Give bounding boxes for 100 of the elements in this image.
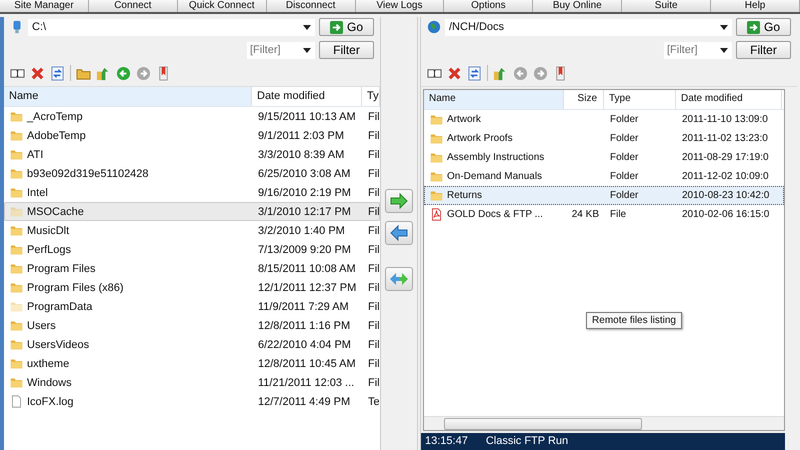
menu-item[interactable]: Suite	[622, 0, 712, 12]
type-cell-text: Fil	[367, 186, 379, 198]
menu-item[interactable]: Disconnect	[266, 0, 356, 12]
arrow-icon	[330, 20, 343, 34]
file-row[interactable]: On-Demand Manuals Folder 2011-12-02 10:09:0	[424, 167, 784, 186]
file-name: ATI	[27, 148, 44, 160]
filter-button[interactable]: Filter	[736, 41, 791, 59]
column-header[interactable]: Date modified	[252, 87, 362, 106]
folder-icon	[430, 113, 443, 126]
file-row[interactable]: Windows 11/21/2011 12:03 ... Fil	[4, 373, 380, 392]
menu-item[interactable]: Options	[444, 0, 534, 12]
column-header[interactable]: Ty	[362, 87, 380, 106]
file-row[interactable]: AdobeTemp 9/1/2011 2:03 PM Fil	[4, 126, 380, 145]
file-name: IcoFX.log	[27, 396, 74, 408]
type-cell-text: File	[609, 209, 628, 220]
file-name: UsersVideos	[27, 338, 90, 350]
file-name: On-Demand Manuals	[447, 171, 542, 182]
date-cell-text: 6/25/2010 3:08 AM	[257, 168, 352, 180]
upload-button[interactable]	[385, 189, 413, 213]
menu-item[interactable]: Buy Online	[533, 0, 622, 12]
file-row[interactable]: Assembly Instructions Folder 2011-08-29 17:19:0	[424, 148, 784, 167]
date-cell-text: 2011-12-02 10:09:0	[681, 171, 770, 182]
filter-field[interactable]: [Filter]	[247, 42, 315, 58]
file-row[interactable]: UsersVideos 6/22/2010 4:04 PM Fil	[4, 335, 380, 354]
date-cell-text: 8/15/2011 10:08 AM	[257, 262, 357, 274]
column-header[interactable]: Type	[604, 90, 676, 109]
path-field[interactable]: /NCH/Docs	[445, 18, 732, 36]
download-button[interactable]	[385, 221, 413, 245]
file-name: ProgramData	[27, 300, 92, 312]
filter-field[interactable]: [Filter]	[664, 42, 732, 58]
menu-item[interactable]: Site Manager	[0, 0, 89, 12]
type-cell-text: Fil	[367, 224, 379, 236]
date-cell-text: 7/13/2009 9:20 PM	[257, 244, 352, 256]
file-row[interactable]: Intel 9/16/2010 2:19 PM Fil	[4, 183, 380, 202]
file-name: _AcroTemp	[27, 110, 83, 122]
type-cell-text: Folder	[609, 152, 640, 163]
file-row[interactable]: ProgramData 11/9/2011 7:29 AM Fil	[4, 297, 380, 316]
file-row[interactable]: ATI 3/3/2010 8:39 AM Fil	[4, 145, 380, 164]
type-cell-text: Folder	[609, 171, 640, 182]
file-row[interactable]: MSOCache 3/1/2010 12:17 PM Fil	[4, 202, 380, 221]
go-button[interactable]: Go	[319, 18, 374, 36]
date-cell-text: 6/22/2010 4:04 PM	[257, 338, 352, 350]
file-name: Artwork Proofs	[447, 133, 513, 144]
menu-item[interactable]: Connect	[88, 0, 178, 12]
file-name: MSOCache	[27, 206, 84, 218]
horizontal-scrollbar[interactable]	[424, 416, 784, 430]
path-field[interactable]: C:\	[28, 18, 315, 36]
double-arrow-icon	[389, 271, 409, 287]
type-cell-text: Fil	[367, 148, 379, 160]
file-name: uxtheme	[27, 358, 70, 370]
folder-icon	[430, 170, 443, 183]
menu-item[interactable]: View Logs	[356, 0, 444, 12]
column-header[interactable]: Name	[424, 90, 564, 109]
delete-icon[interactable]	[30, 66, 45, 80]
date-cell-text: 9/1/2011 2:03 PM	[257, 130, 346, 142]
type-cell-text: Fil	[367, 168, 379, 180]
dropdown-icon	[303, 48, 311, 52]
type-cell-text: Fil	[367, 244, 379, 256]
file-row[interactable]: uxtheme 12/8/2011 10:45 AM Fil	[4, 354, 380, 373]
folder-up-icon[interactable]	[96, 66, 111, 80]
globe-icon	[427, 20, 441, 34]
column-header[interactable]: Size	[564, 90, 604, 109]
file-row[interactable]: Returns Folder 2010-08-23 10:42:0	[424, 186, 784, 205]
file-name: Returns	[447, 190, 482, 201]
folder-up-icon[interactable]	[493, 66, 508, 80]
file-name: GOLD Docs & FTP ...	[447, 209, 543, 220]
date-cell-text: 12/8/2011 1:16 PM	[257, 320, 352, 332]
file-row[interactable]: b93e092d319e51102428 6/25/2010 3:08 AM Fil	[4, 164, 380, 183]
file-row[interactable]: PerfLogs 7/13/2009 9:20 PM Fil	[4, 240, 380, 259]
sync-button[interactable]	[385, 267, 413, 291]
file-name: Users	[27, 320, 56, 332]
file-name: AdobeTemp	[27, 130, 86, 142]
menu-item[interactable]: Quick Connect	[178, 0, 267, 12]
refresh-icon[interactable]	[50, 66, 65, 80]
right-arrow-icon	[389, 193, 409, 209]
file-row[interactable]: MusicDlt 3/2/2010 1:40 PM Fil	[4, 221, 380, 240]
folder-icon	[430, 151, 443, 164]
file-row[interactable]: Program Files (x86) 12/1/2011 12:37 PM Fil	[4, 278, 380, 297]
menu-item[interactable]: Help	[711, 0, 800, 12]
date-cell-text: 2010-02-06 16:15:0	[681, 209, 770, 220]
refresh-icon[interactable]	[467, 66, 482, 80]
type-cell-text: Fil	[367, 282, 379, 294]
file-row[interactable]: Users 12/8/2011 1:16 PM Fil	[4, 316, 380, 335]
file-row[interactable]: Artwork Proofs Folder 2011-11-02 13:23:0	[424, 129, 784, 148]
delete-icon[interactable]	[447, 66, 462, 80]
file-row[interactable]: IcoFX.log 12/7/2011 4:49 PM Te	[4, 392, 380, 411]
type-cell-text: Fil	[367, 338, 379, 350]
type-cell-text: Folder	[609, 133, 640, 144]
file-row[interactable]: Artwork Folder 2011-11-10 13:09:0	[424, 110, 784, 129]
filter-button[interactable]: Filter	[319, 41, 374, 59]
file-row[interactable]: Program Files 8/15/2011 10:08 AM Fil	[4, 259, 380, 278]
column-header[interactable]: Name	[4, 87, 252, 106]
file-name: Program Files (x86)	[27, 282, 124, 294]
file-row[interactable]: GOLD Docs & FTP ... 24 KB File 2010-02-06 16:15:0	[424, 205, 784, 224]
column-header[interactable]: Date modified	[676, 90, 782, 109]
file-row[interactable]: _AcroTemp 9/15/2011 10:13 AM Fil	[4, 107, 380, 126]
tooltip: Remote files listing	[586, 312, 682, 328]
back-icon[interactable]	[116, 66, 131, 80]
go-button[interactable]: Go	[736, 18, 791, 36]
type-cell-text: Fil	[367, 376, 379, 388]
